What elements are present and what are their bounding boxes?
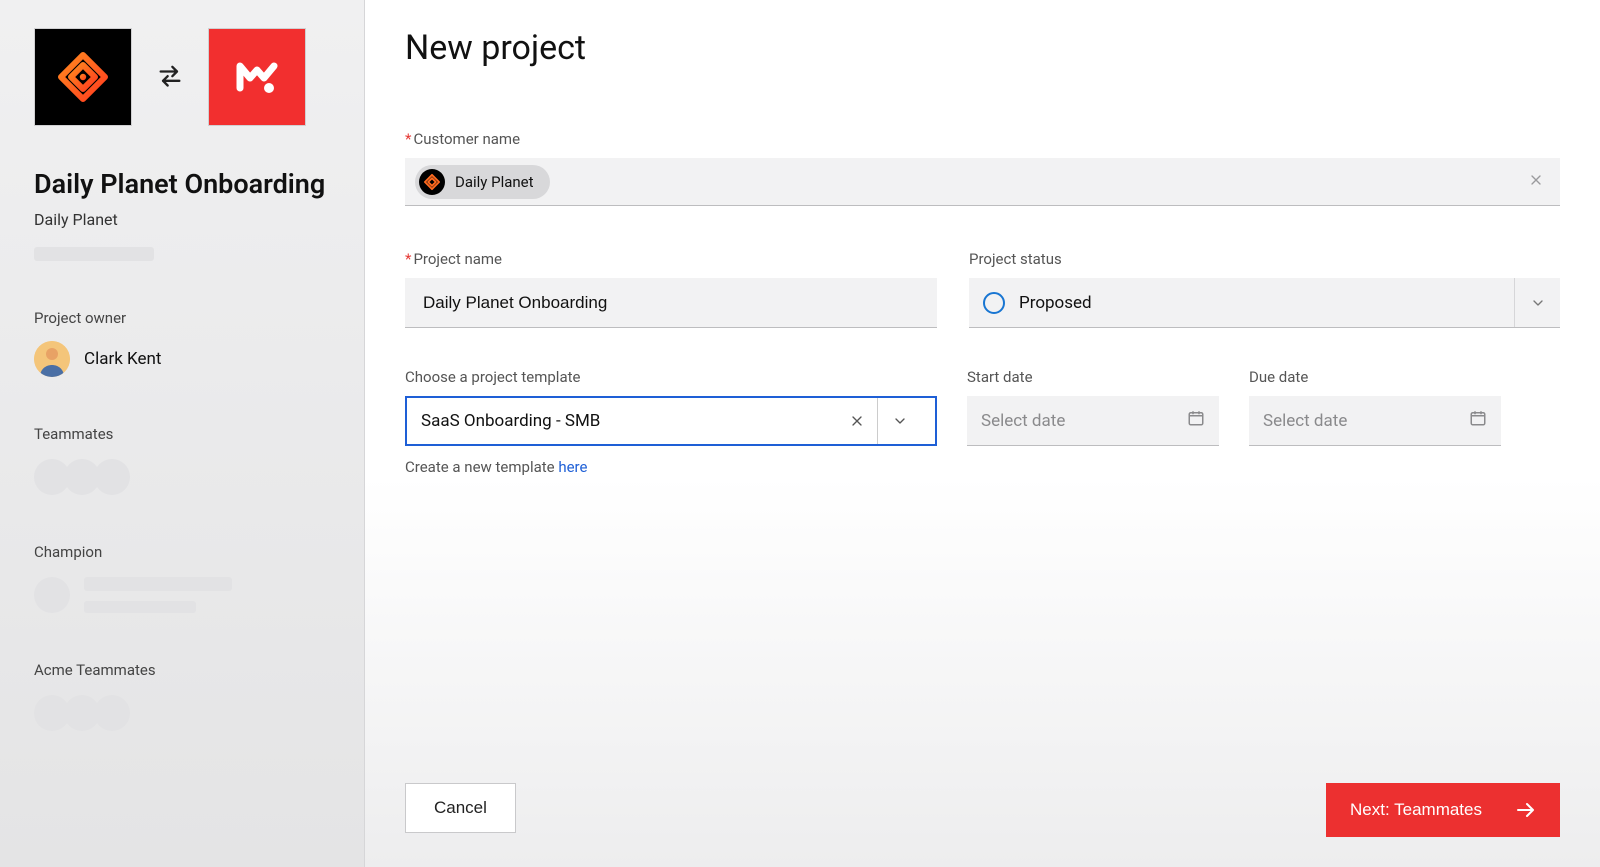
placeholder-bar: [34, 247, 154, 261]
project-owner-label: Project owner: [34, 309, 330, 327]
template-hint: Create a new template here: [405, 458, 937, 476]
source-app-logo: [34, 28, 132, 126]
clear-customer-icon[interactable]: [1522, 172, 1550, 192]
template-label: Choose a project template: [405, 368, 937, 386]
page-title: New project: [405, 28, 1560, 68]
customer-chip[interactable]: Daily Planet: [415, 165, 550, 199]
start-date-input[interactable]: Select date: [967, 396, 1219, 446]
main-panel: New project *Customer name: [365, 0, 1600, 867]
swap-arrows-icon: [156, 61, 184, 93]
customer-subtitle: Daily Planet: [34, 210, 330, 229]
teammates-placeholder: [34, 459, 330, 495]
status-select[interactable]: Proposed: [969, 278, 1560, 328]
customer-name-label: *Customer name: [405, 130, 1560, 148]
start-date-label: Start date: [967, 368, 1219, 386]
owner-avatar: [34, 341, 70, 377]
acme-teammates-label: Acme Teammates: [34, 661, 330, 679]
calendar-icon: [1469, 409, 1487, 432]
due-date-input[interactable]: Select date: [1249, 396, 1501, 446]
clear-template-icon[interactable]: [837, 398, 877, 444]
target-app-logo: [208, 28, 306, 126]
status-label: Project status: [969, 250, 1560, 268]
next-button-label: Next: Teammates: [1350, 800, 1482, 820]
customer-chip-logo-icon: [419, 169, 445, 195]
teammates-label: Teammates: [34, 425, 330, 443]
next-button[interactable]: Next: Teammates: [1326, 783, 1560, 837]
project-name-label: *Project name: [405, 250, 937, 268]
project-owner-row: Clark Kent: [34, 341, 330, 377]
customer-name-field[interactable]: Daily Planet: [405, 158, 1560, 206]
owner-name: Clark Kent: [84, 349, 161, 369]
champion-placeholder: [34, 577, 330, 613]
calendar-icon: [1187, 409, 1205, 432]
customer-chip-label: Daily Planet: [455, 173, 534, 191]
template-select[interactable]: SaaS Onboarding - SMB: [405, 396, 937, 446]
chevron-down-icon[interactable]: [877, 398, 921, 444]
create-template-link[interactable]: here: [558, 458, 587, 476]
due-date-placeholder: Select date: [1263, 411, 1347, 431]
acme-teammates-placeholder: [34, 695, 330, 731]
start-date-placeholder: Select date: [981, 411, 1065, 431]
cancel-button[interactable]: Cancel: [405, 783, 516, 833]
template-value: SaaS Onboarding - SMB: [421, 411, 837, 431]
arrow-right-icon: [1514, 798, 1538, 822]
project-title: Daily Planet Onboarding: [34, 168, 330, 200]
chevron-down-icon[interactable]: [1514, 278, 1560, 327]
project-name-input[interactable]: [405, 278, 937, 328]
m-logo-icon: [228, 48, 286, 106]
champion-label: Champion: [34, 543, 330, 561]
status-value: Proposed: [1019, 293, 1092, 313]
integration-logos: [34, 28, 330, 126]
status-proposed-icon: [983, 292, 1005, 314]
due-date-label: Due date: [1249, 368, 1501, 386]
diamond-logo-icon: [55, 49, 111, 105]
sidebar: Daily Planet Onboarding Daily Planet Pro…: [0, 0, 365, 867]
